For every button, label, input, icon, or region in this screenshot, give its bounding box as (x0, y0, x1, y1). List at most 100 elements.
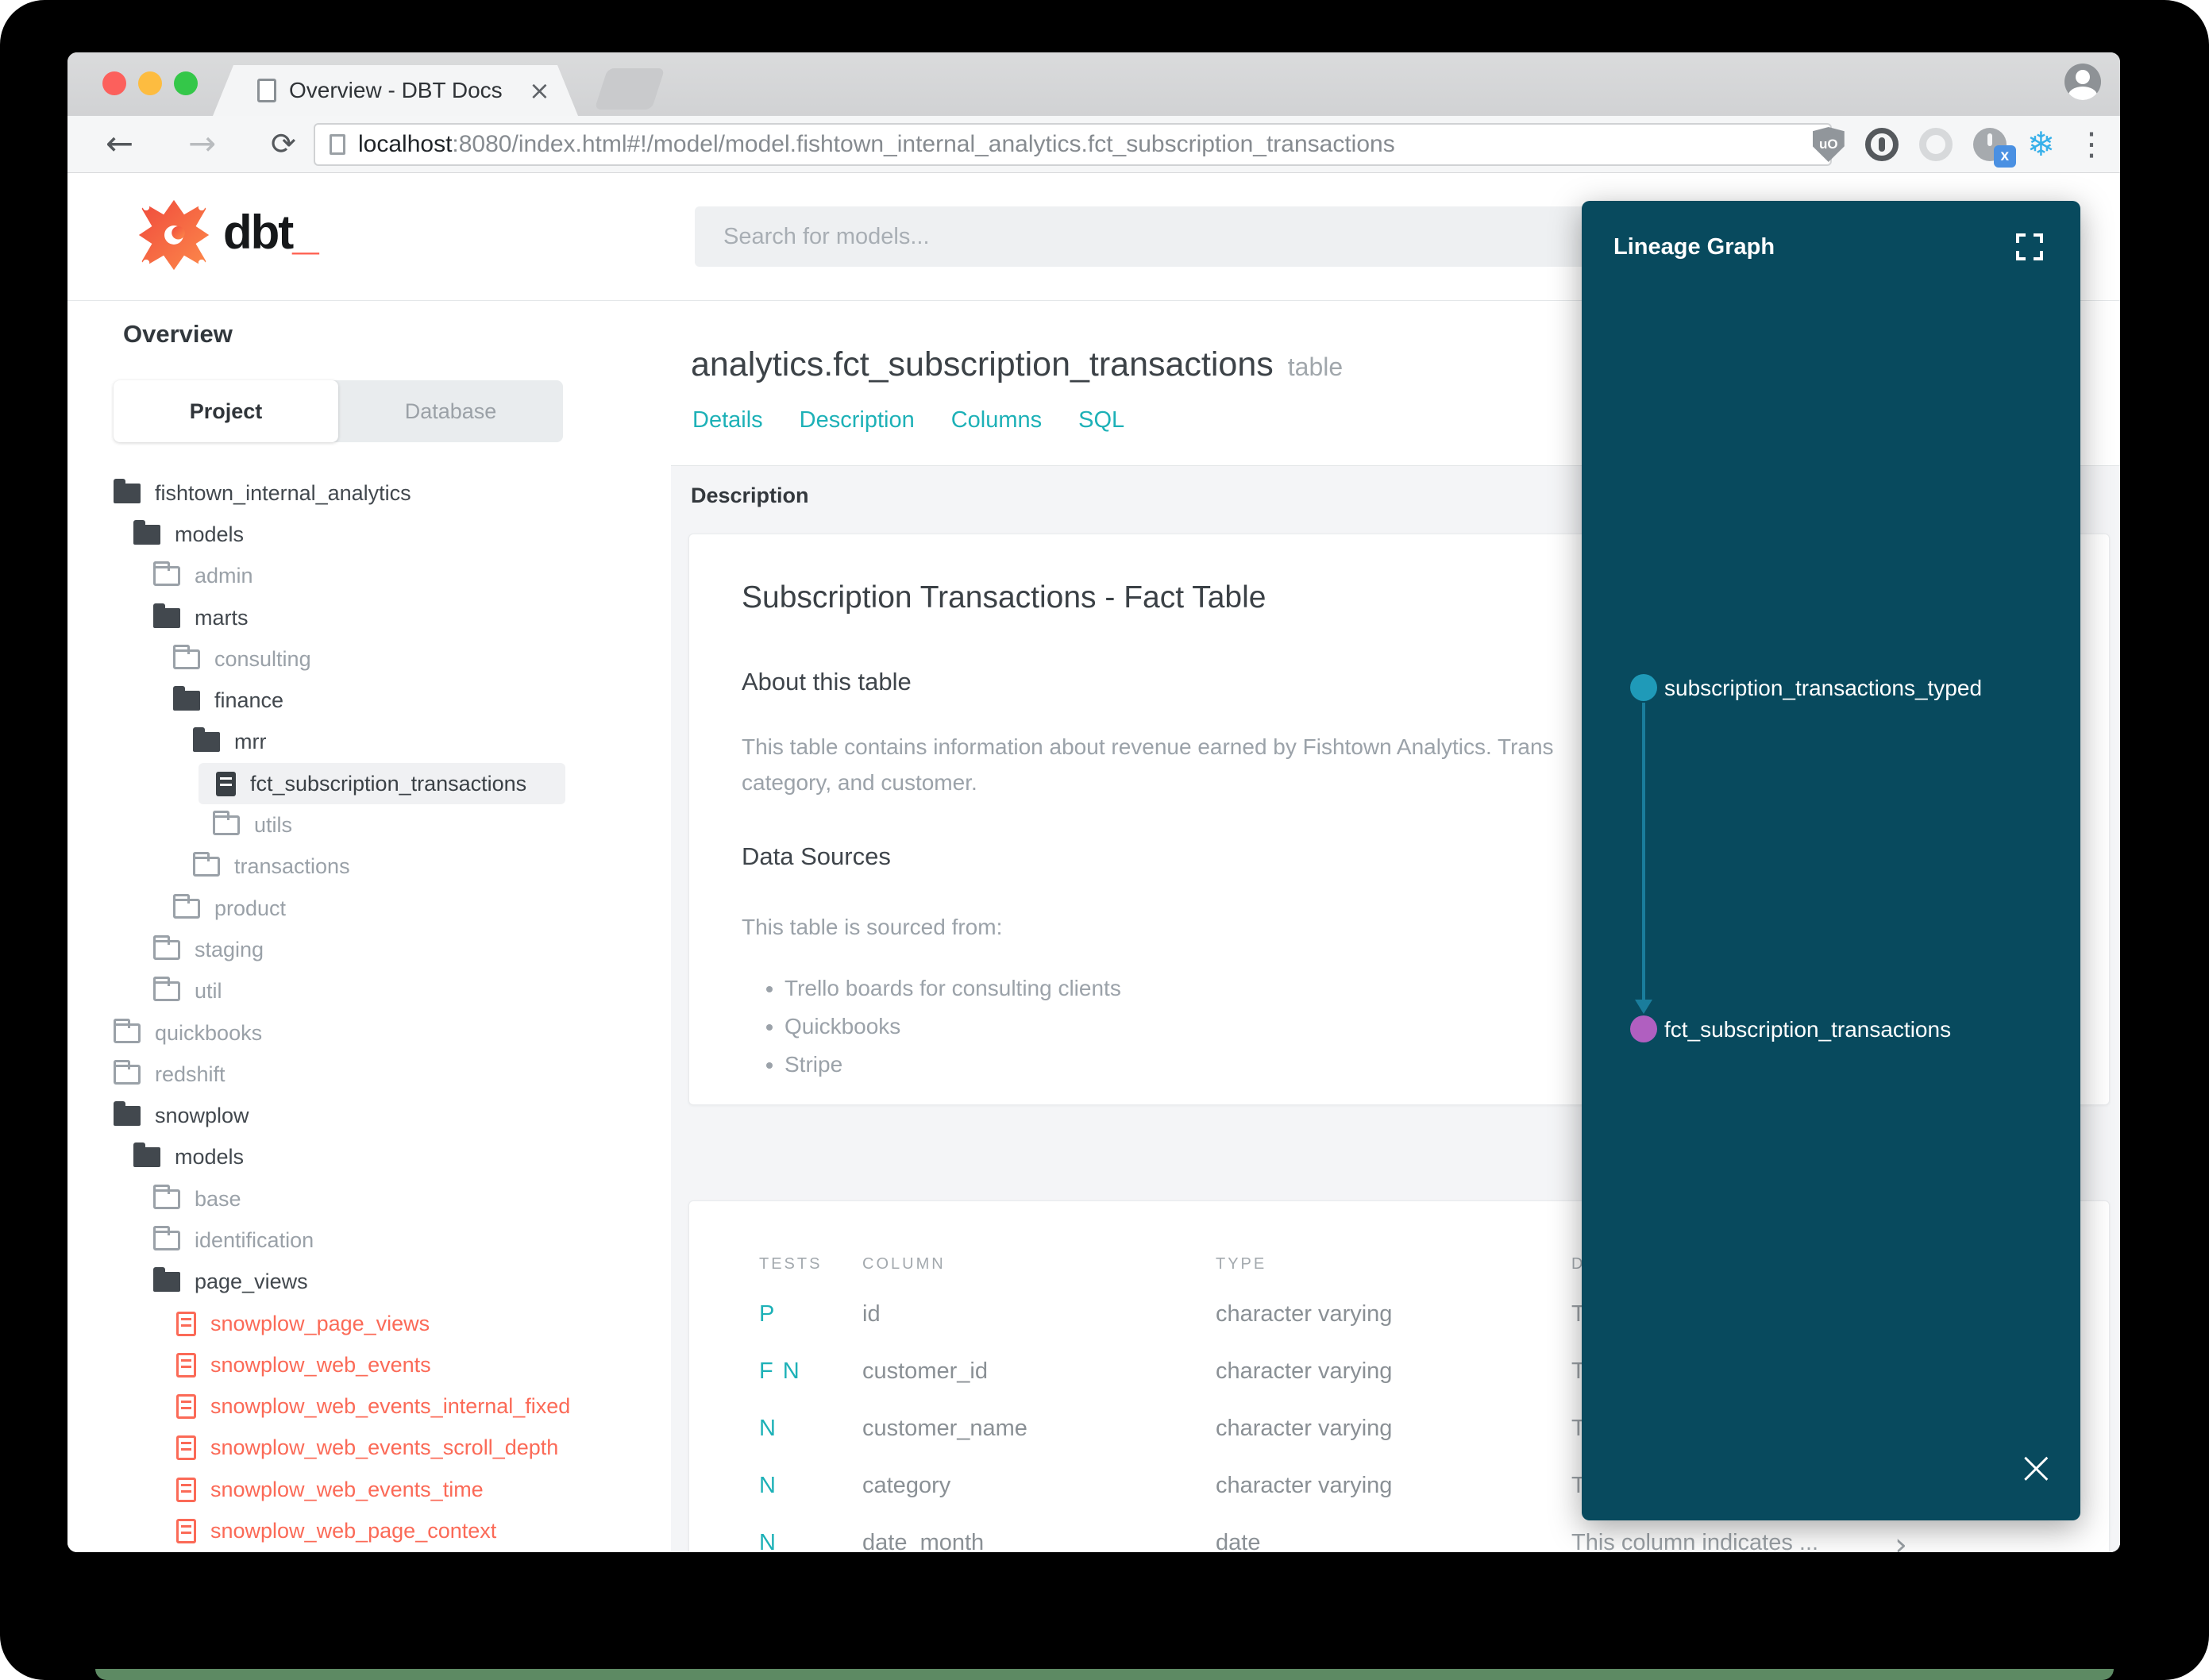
tree-label: utils (254, 813, 293, 838)
column-description: This column indicates ... (1571, 1530, 1819, 1552)
sidebar-item-finance[interactable]: finance (67, 680, 671, 721)
tree-label: snowplow_web_events_scroll_depth (210, 1435, 559, 1460)
dbt-logo-word: dbt (223, 206, 294, 259)
test-badge: F N (759, 1358, 801, 1384)
new-tab-button[interactable] (594, 68, 665, 110)
tree-label: redshift (155, 1062, 226, 1086)
sidebar-item-staging[interactable]: staging (67, 929, 671, 970)
zoom-window-button[interactable] (174, 71, 198, 95)
folder-icon (114, 1059, 141, 1085)
tree-label: snowplow_web_events_time (210, 1477, 484, 1501)
browser-tab[interactable]: Overview - DBT Docs × (213, 65, 578, 116)
data-sources-list: Trello boards for consulting clients Qui… (765, 976, 1121, 1090)
onepassword-extension-icon[interactable] (1864, 128, 1899, 161)
browser-window: Overview - DBT Docs × ← → ⟳ localhost:80… (67, 52, 2120, 1552)
sidebar-item-quickbooks[interactable]: quickbooks (67, 1012, 671, 1054)
close-lineage-icon[interactable]: × (2017, 1444, 2056, 1490)
tree-label: transactions (234, 854, 350, 879)
tab-project[interactable]: Project (114, 380, 338, 442)
column-name: category (862, 1473, 951, 1498)
tab-columns[interactable]: Columns (951, 407, 1042, 433)
sidebar-item-snowplow-page-views[interactable]: snowplow_page_views (67, 1303, 671, 1344)
model-file-icon (176, 1394, 196, 1420)
sidebar-item-snowplow-web-events-time[interactable]: snowplow_web_events_time (67, 1469, 671, 1510)
sidebar-item-util[interactable]: util (67, 971, 671, 1012)
sidebar-item-utils[interactable]: utils (67, 804, 671, 846)
sidebar-item-fishtown-internal-analytics[interactable]: fishtown_internal_analytics (67, 472, 671, 514)
sidebar-item-base[interactable]: base (67, 1178, 671, 1220)
sidebar-item-snowplow-models[interactable]: models (67, 1137, 671, 1178)
sidebar-item-snowplow-web-page-context[interactable]: snowplow_web_page_context (67, 1510, 671, 1551)
data-sources-heading: Data Sources (742, 842, 891, 870)
column-header-type: TYPE (1216, 1255, 1267, 1273)
dbt-logo-text[interactable]: dbt_ (223, 205, 319, 260)
sidebar-item-models[interactable]: models (67, 514, 671, 555)
folder-open-icon (173, 686, 200, 711)
tree-label: mrr (234, 730, 267, 754)
back-button[interactable]: ← (106, 116, 133, 171)
folder-icon (173, 893, 200, 919)
chevron-right-icon[interactable]: › (1895, 1527, 1907, 1552)
dbt-logo-underscore: _ (292, 206, 318, 259)
url-bar[interactable]: localhost:8080/index.html#!/model/model.… (314, 123, 1832, 166)
tree-label: admin (195, 564, 253, 588)
tree-label: snowplow_web_events_internal_fixed (210, 1394, 571, 1419)
folder-open-icon (133, 519, 160, 545)
folder-icon (193, 852, 220, 877)
power-extension-icon[interactable]: x (1972, 128, 2016, 168)
model-file-icon (176, 1311, 196, 1336)
lineage-node-label[interactable]: fct_subscription_transactions (1664, 1017, 1951, 1042)
sidebar-title: Overview (123, 320, 233, 348)
tab-description[interactable]: Description (800, 407, 915, 433)
sidebar-item-product[interactable]: product (67, 888, 671, 929)
reload-button[interactable]: ⟳ (271, 116, 296, 171)
sidebar-item-admin[interactable]: admin (67, 556, 671, 597)
sidebar-item-snowplow-web-events-scroll-depth[interactable]: snowplow_web_events_scroll_depth (67, 1428, 671, 1469)
sidebar-item-mrr[interactable]: mrr (67, 722, 671, 763)
sidebar-item-snowplow-web-events[interactable]: snowplow_web_events (67, 1344, 671, 1385)
extension-ring-icon[interactable] (1918, 128, 1953, 161)
lineage-node-label[interactable]: subscription_transactions_typed (1664, 676, 1982, 701)
tab-sql[interactable]: SQL (1078, 407, 1124, 433)
lineage-edge-arrowhead-icon (1635, 1000, 1652, 1014)
tree-label: snowplow_web_events (210, 1352, 431, 1377)
sidebar-item-fct-subscription-transactions[interactable]: fct_subscription_transactions (199, 763, 565, 805)
folder-icon (153, 977, 180, 1002)
sidebar-item-snowplow[interactable]: snowplow (67, 1095, 671, 1136)
column-name: customer_name (862, 1416, 1027, 1441)
table-row[interactable]: N date_month date This column indicates … (689, 1527, 2109, 1552)
expand-fullscreen-icon[interactable] (2014, 231, 2045, 263)
list-item: Trello boards for consulting clients (785, 976, 1121, 1001)
sidebar-item-consulting[interactable]: consulting (67, 638, 671, 680)
profile-avatar-icon[interactable] (2064, 64, 2101, 100)
browser-menu-icon[interactable]: ⋮ (2076, 129, 2107, 160)
sidebar-item-marts[interactable]: marts (67, 597, 671, 638)
folder-icon (153, 934, 180, 960)
folder-open-icon (114, 478, 141, 503)
snowflake-extension-icon[interactable]: ❄ (2027, 128, 2055, 161)
ublock-extension-icon[interactable]: uO (1812, 127, 1845, 162)
lineage-node-dot-upstream[interactable] (1630, 674, 1657, 701)
sidebar-item-snowplow-web-events-internal-fixed[interactable]: snowplow_web_events_internal_fixed (67, 1386, 671, 1428)
sidebar-item-transactions[interactable]: transactions (67, 846, 671, 888)
lineage-node-dot-current[interactable] (1630, 1015, 1657, 1042)
test-badge: N (759, 1416, 777, 1441)
sidebar-item-redshift[interactable]: redshift (67, 1054, 671, 1095)
minimize-window-button[interactable] (138, 71, 162, 95)
sidebar-item-page-views[interactable]: page_views (67, 1262, 671, 1303)
about-paragraph-line2: category, and customer. (742, 770, 977, 795)
forward-button[interactable]: → (188, 116, 216, 171)
test-badge: N (759, 1530, 777, 1552)
column-name: customer_id (862, 1358, 988, 1384)
folder-open-icon (193, 727, 220, 753)
folder-open-icon (153, 1267, 180, 1293)
sidebar: Overview Project Database fishtown_inter… (67, 301, 671, 1552)
card-title: Subscription Transactions - Fact Table (742, 580, 1266, 615)
tab-database[interactable]: Database (338, 380, 563, 442)
tree-label: snowplow (155, 1104, 249, 1128)
tab-close-icon[interactable]: × (529, 65, 550, 116)
close-window-button[interactable] (102, 71, 126, 95)
tab-details[interactable]: Details (692, 407, 763, 433)
sidebar-item-identification[interactable]: identification (67, 1220, 671, 1261)
dbt-logo-icon[interactable] (137, 198, 210, 272)
